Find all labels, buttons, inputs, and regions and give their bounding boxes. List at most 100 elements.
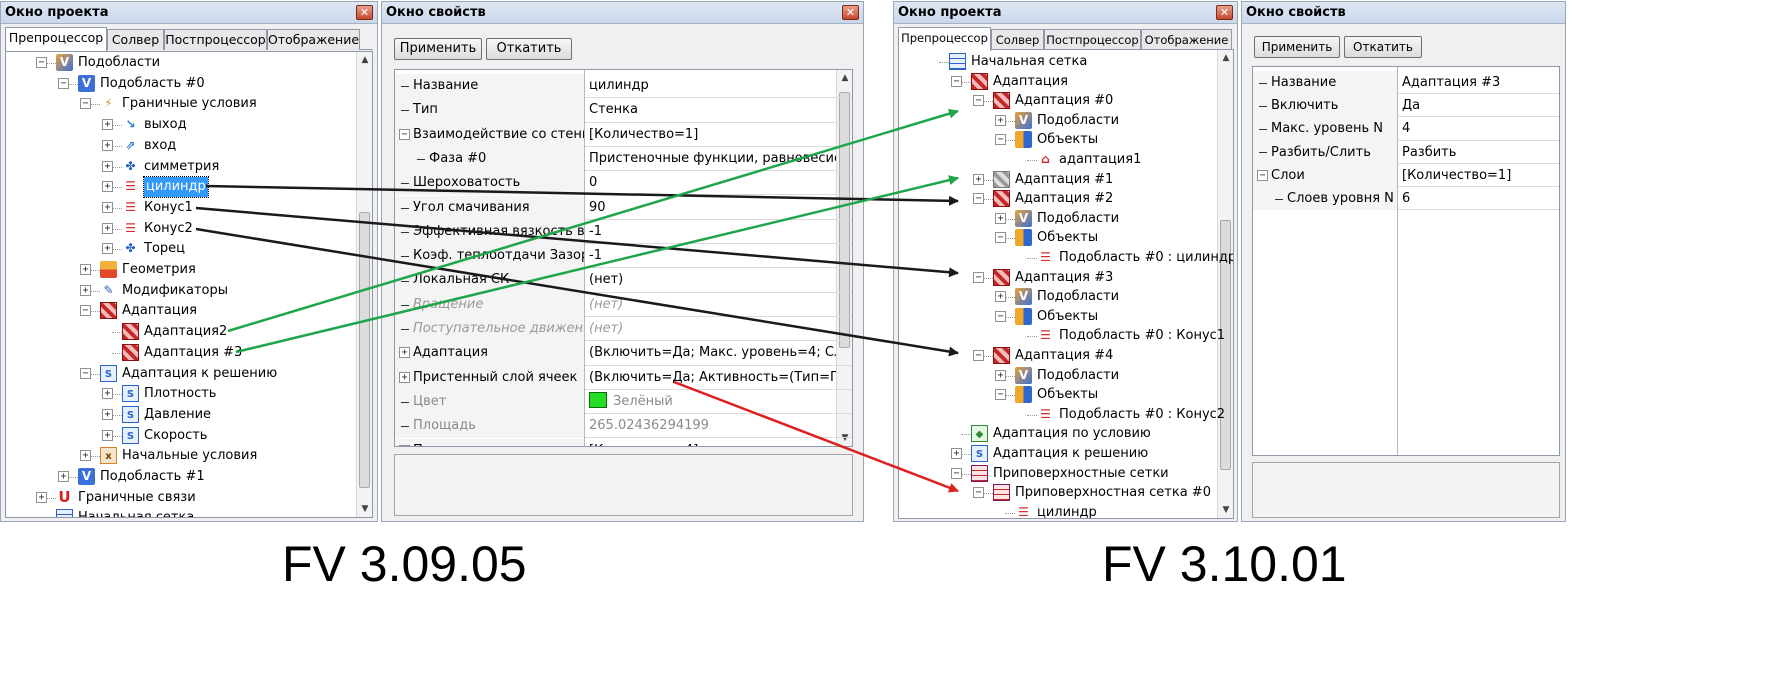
tree-item[interactable]: − ⚡ Граничные условия xyxy=(6,94,372,114)
expand-icon[interactable]: + xyxy=(102,243,113,255)
property-value[interactable]: Да xyxy=(1398,94,1543,117)
tree-item[interactable]: ☰ Подобласть #0 : Конус1 xyxy=(899,326,1233,346)
right-property-grid[interactable]: Название Адаптация #3 Включить Да Макс. уров… xyxy=(1252,66,1560,456)
collapse-icon[interactable]: − xyxy=(973,350,984,361)
tree-item[interactable]: Начальная сетка xyxy=(6,508,372,517)
collapse-icon[interactable]: − xyxy=(951,467,962,479)
tree-item[interactable]: + ☰ цилиндр xyxy=(6,176,372,199)
tree-item[interactable]: − V Подобласть #0 xyxy=(6,74,372,94)
property-value[interactable]: 90 xyxy=(585,196,836,220)
property-value[interactable]: 265.02436294199 xyxy=(585,414,836,438)
property-value[interactable]: (нет) xyxy=(585,317,836,341)
tree-item[interactable]: − Адаптация xyxy=(899,72,1233,92)
tree-item[interactable]: + S Давление xyxy=(6,405,372,425)
expand-icon[interactable]: + xyxy=(995,369,1006,381)
tree-item[interactable]: + ☰ Конус2 xyxy=(6,219,372,239)
expand-icon[interactable]: + xyxy=(102,139,113,151)
property-value[interactable]: (нет) xyxy=(585,268,836,292)
property-column-divider[interactable] xyxy=(1397,67,1398,455)
tree-item[interactable]: − Объекты xyxy=(899,385,1233,405)
tree-item[interactable]: + V Подобласти xyxy=(899,111,1233,131)
expand-icon[interactable]: + xyxy=(102,388,113,400)
collapse-icon[interactable]: − xyxy=(399,128,410,140)
property-row[interactable]: Коэф. теплоотдачи Зазора -1 xyxy=(395,244,852,269)
tab-preprocessor[interactable]: Препроцессор xyxy=(5,27,107,51)
expand-icon[interactable]: + xyxy=(102,201,113,213)
collapse-icon[interactable]: − xyxy=(973,487,984,499)
tree-item[interactable]: ⌂ адаптация1 xyxy=(899,150,1233,170)
tree-item[interactable]: ◆ Адаптация по условию xyxy=(899,424,1233,444)
property-value[interactable]: Пристеночные функции, равновесие xyxy=(585,147,836,171)
tab-solver[interactable]: Солвер xyxy=(991,29,1044,50)
property-row[interactable]: Шероховатость 0 xyxy=(395,171,852,196)
tab-display[interactable]: Отображение xyxy=(267,29,360,50)
collapse-icon[interactable]: − xyxy=(973,193,984,205)
expand-icon[interactable]: + xyxy=(58,471,69,482)
property-value[interactable]: Адаптация #3 xyxy=(1398,71,1543,94)
tab-postprocessor[interactable]: Постпроцессор xyxy=(1044,29,1141,50)
rollback-button[interactable]: Откатить xyxy=(486,38,572,60)
close-icon[interactable]: ✕ xyxy=(356,5,373,20)
expand-icon[interactable]: + xyxy=(80,284,91,296)
collapse-icon[interactable]: − xyxy=(995,389,1006,401)
tree-item[interactable]: Начальная сетка xyxy=(899,52,1233,72)
property-value[interactable]: 0 xyxy=(585,171,836,195)
expand-icon[interactable]: + xyxy=(995,114,1006,126)
collapse-icon[interactable]: − xyxy=(36,57,47,68)
tree-item[interactable]: + V Подобласти xyxy=(899,287,1233,307)
expand-icon[interactable]: + xyxy=(102,119,113,131)
tree-item[interactable]: − V Подобласти xyxy=(6,53,372,73)
tab-postprocessor[interactable]: Постпроцессор xyxy=(164,29,267,50)
tree-item[interactable]: − Объекты xyxy=(899,130,1233,150)
property-row[interactable]: Тип Стенка xyxy=(395,98,852,123)
tree-item[interactable]: Адаптация2 xyxy=(6,322,372,342)
property-row[interactable]: Включить Да xyxy=(1253,94,1559,118)
tree-item[interactable]: ☰ Подобласть #0 : Конус2 xyxy=(899,405,1233,425)
expand-icon[interactable]: + xyxy=(399,347,410,359)
property-row[interactable]: Слоев уровня N 6 xyxy=(1253,187,1559,211)
property-row[interactable]: + Адаптация (Включить=Да; Макс. уровень=4;… xyxy=(395,341,852,366)
property-row[interactable]: Вращение (нет) xyxy=(395,292,852,317)
tree-item[interactable]: + U Граничные связи xyxy=(6,488,372,508)
tree-item[interactable]: + ✤ симметрия xyxy=(6,157,372,177)
property-value[interactable]: Стенка xyxy=(585,98,836,122)
property-value[interactable]: (нет) xyxy=(585,293,836,317)
property-row[interactable]: Цвет Зелёный xyxy=(395,389,852,415)
close-icon[interactable]: ✕ xyxy=(1216,5,1233,20)
tree-item[interactable]: + x Начальные условия xyxy=(6,446,372,466)
tree-item[interactable]: + S Адаптация к решению xyxy=(899,444,1233,464)
tree-item[interactable]: − Приповерхностные сетки xyxy=(899,464,1233,484)
property-row[interactable]: Название Адаптация #3 xyxy=(1253,71,1559,95)
property-value[interactable]: [Количество=1] xyxy=(585,123,836,147)
property-value[interactable]: (Включить=Да; Макс. уровень=4; Слоев xyxy=(585,341,836,365)
tree-item[interactable]: + S Скорость xyxy=(6,426,372,446)
property-value[interactable]: (Включить=Да; Активность=(Тип=Пос xyxy=(585,366,836,390)
tree-item[interactable]: + Адаптация #1 xyxy=(899,170,1233,190)
tree-item[interactable]: + V Подобласть #1 xyxy=(6,467,372,487)
expand-icon[interactable]: + xyxy=(102,222,113,234)
tree-item[interactable]: − Адаптация #4 xyxy=(899,346,1233,366)
property-value[interactable]: [Количество=1] xyxy=(1398,164,1543,187)
tree-item[interactable]: − Объекты xyxy=(899,307,1233,327)
property-value[interactable]: -1 xyxy=(585,220,836,244)
property-value[interactable]: 4 xyxy=(1398,117,1543,140)
property-row[interactable]: Название цилиндр xyxy=(395,74,852,99)
apply-button[interactable]: Применить xyxy=(394,38,482,60)
property-row[interactable]: − Слои [Количество=1] xyxy=(1253,163,1559,187)
property-value[interactable]: -1 xyxy=(585,244,836,268)
tree-item[interactable]: + ↘ выход xyxy=(6,115,372,135)
property-row[interactable]: Поступательное движение (нет) xyxy=(395,317,852,342)
tree-item[interactable]: − Адаптация xyxy=(6,301,372,321)
property-column-divider[interactable] xyxy=(584,70,585,446)
property-row[interactable]: Площадь 265.02436294199 xyxy=(395,414,852,439)
expand-icon[interactable]: + xyxy=(36,491,47,503)
tab-display[interactable]: Отображение xyxy=(1141,29,1232,50)
property-row[interactable]: + Пристенный слой ячеек (Включить=Да; Акти… xyxy=(395,365,852,390)
collapse-icon[interactable]: − xyxy=(80,305,91,317)
tree-item[interactable]: − Объекты xyxy=(899,228,1233,248)
collapse-icon[interactable]: − xyxy=(995,310,1006,322)
property-row[interactable]: Фаза #0 Пристеночные функции, равновесие xyxy=(395,146,852,172)
collapse-icon[interactable]: − xyxy=(1257,169,1268,181)
collapse-icon[interactable]: − xyxy=(951,75,962,87)
apply-button[interactable]: Применить xyxy=(1254,36,1340,58)
